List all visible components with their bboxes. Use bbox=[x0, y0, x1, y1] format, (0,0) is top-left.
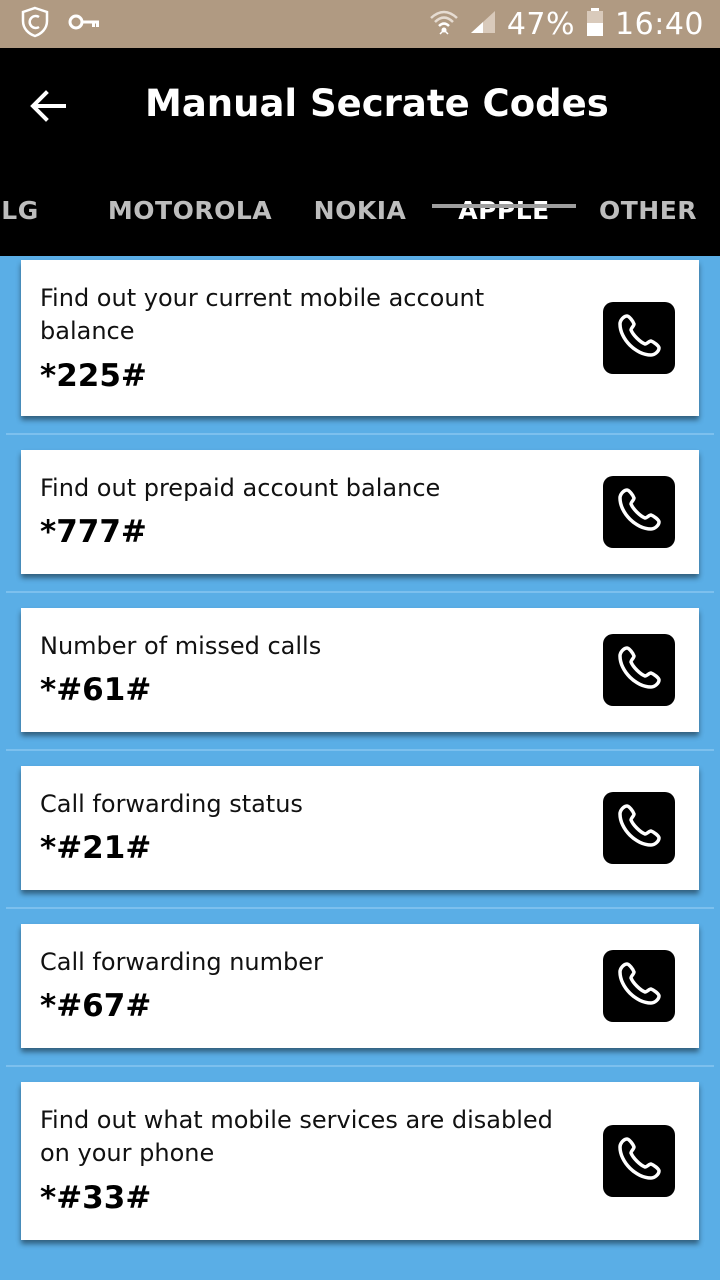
call-button[interactable] bbox=[603, 1125, 675, 1197]
phone-icon bbox=[614, 485, 664, 539]
row-divider bbox=[6, 591, 714, 593]
call-button[interactable] bbox=[603, 476, 675, 548]
code-value: *777# bbox=[40, 514, 147, 550]
codes-list[interactable]: Find out your current mobile account bal… bbox=[0, 256, 720, 1280]
code-value: *#21# bbox=[40, 830, 152, 866]
code-description: Find out prepaid account balance bbox=[40, 474, 441, 502]
row-divider bbox=[6, 433, 714, 435]
phone-icon bbox=[614, 1134, 664, 1188]
call-button[interactable] bbox=[603, 634, 675, 706]
key-icon bbox=[68, 12, 102, 36]
code-card: Find out prepaid account balance *777# bbox=[21, 450, 699, 574]
code-description: Call forwarding number bbox=[40, 948, 323, 976]
battery-icon bbox=[585, 7, 605, 41]
row-divider bbox=[6, 1065, 714, 1067]
phone-icon bbox=[614, 311, 664, 365]
wifi-icon bbox=[429, 8, 459, 40]
code-value: *#33# bbox=[40, 1180, 152, 1216]
tab-apple[interactable]: APPLE bbox=[432, 164, 576, 256]
tab-lg[interactable]: LG bbox=[0, 164, 50, 256]
phone-icon bbox=[614, 643, 664, 697]
clock: 16:40 bbox=[615, 6, 704, 42]
code-value: *225# bbox=[40, 358, 147, 394]
active-tab-indicator bbox=[432, 204, 576, 208]
code-description: Find out your current mobile account bal… bbox=[40, 284, 485, 345]
status-right-icons: 47% 16:40 bbox=[429, 7, 704, 42]
row-divider bbox=[6, 749, 714, 751]
app-bar: Manual Secrate Codes LG MOTOROLA NOKIA A… bbox=[0, 48, 720, 256]
brand-tabs: LG MOTOROLA NOKIA APPLE OTHER bbox=[0, 164, 720, 256]
code-description: Call forwarding status bbox=[40, 790, 303, 818]
battery-percent: 47% bbox=[506, 6, 576, 42]
call-button[interactable] bbox=[603, 792, 675, 864]
call-button[interactable] bbox=[603, 950, 675, 1022]
call-button[interactable] bbox=[603, 302, 675, 374]
back-button[interactable] bbox=[18, 78, 78, 138]
status-left-icons bbox=[20, 6, 102, 42]
phone-icon bbox=[614, 801, 664, 855]
tab-motorola[interactable]: MOTOROLA bbox=[100, 164, 280, 256]
phone-icon bbox=[614, 959, 664, 1013]
code-value: *#61# bbox=[40, 672, 152, 708]
code-card: Call forwarding number *#67# bbox=[21, 924, 699, 1048]
code-card: Find out your current mobile account bal… bbox=[21, 260, 699, 416]
code-card: Number of missed calls *#61# bbox=[21, 608, 699, 732]
code-card: Call forwarding status *#21# bbox=[21, 766, 699, 890]
tab-other[interactable]: OTHER bbox=[590, 164, 706, 256]
row-divider bbox=[6, 907, 714, 909]
page-title: Manual Secrate Codes bbox=[145, 82, 609, 125]
code-value: *#67# bbox=[40, 988, 152, 1024]
status-bar: 47% 16:40 bbox=[0, 0, 720, 48]
code-card: Find out what mobile services are disabl… bbox=[21, 1082, 699, 1240]
code-description: Number of missed calls bbox=[40, 632, 322, 660]
shield-icon bbox=[20, 6, 50, 42]
tab-nokia[interactable]: NOKIA bbox=[295, 164, 425, 256]
signal-icon bbox=[469, 9, 497, 39]
arrow-left-icon bbox=[30, 90, 66, 126]
code-description: Find out what mobile services are disabl… bbox=[40, 1106, 553, 1167]
